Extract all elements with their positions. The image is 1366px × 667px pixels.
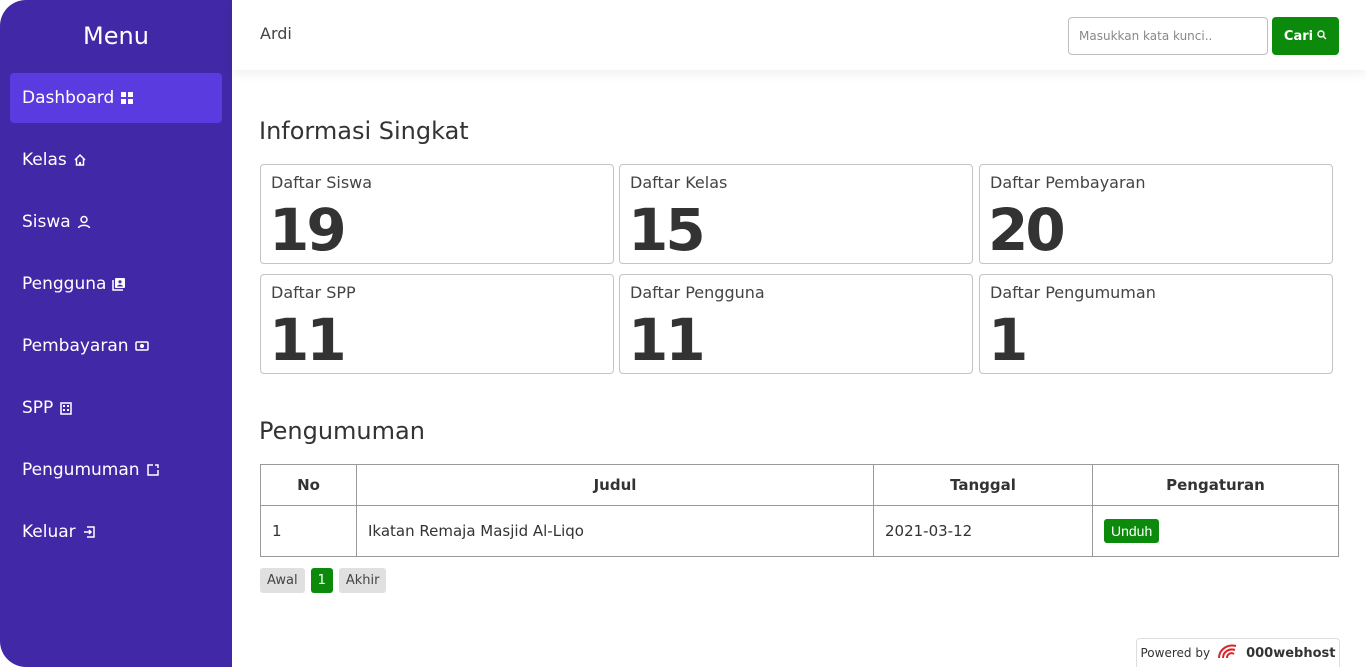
- sidebar-item-label: Kelas: [22, 150, 67, 170]
- stat-card-kelas: Daftar Kelas 15: [619, 164, 973, 264]
- column-header-tanggal: Tanggal: [873, 464, 1093, 506]
- search-button-label: Cari: [1283, 28, 1314, 44]
- stat-card-pengumuman: Daftar Pengumuman 1: [979, 274, 1333, 374]
- pagination-first[interactable]: Awal: [260, 568, 305, 593]
- pagination: Awal 1 Akhir: [260, 568, 387, 593]
- stat-card-label: Daftar Pengguna: [630, 283, 765, 302]
- sidebar-item-label: Keluar: [22, 522, 76, 542]
- stat-card-value: 19: [269, 196, 347, 264]
- top-bar: Ardi Cari: [232, 0, 1366, 70]
- powered-by-badge[interactable]: Powered by 000webhost: [1136, 638, 1340, 667]
- cell-pengaturan: Unduh: [1092, 505, 1339, 557]
- announcements-section-title: Pengumuman: [259, 417, 425, 445]
- stat-card-value: 11: [269, 306, 347, 374]
- home-icon: [73, 153, 87, 167]
- money-icon: [134, 339, 149, 353]
- webhost-logo-icon: [1216, 642, 1240, 665]
- sidebar-item-label: Dashboard: [22, 88, 115, 108]
- column-header-pengaturan: Pengaturan: [1092, 464, 1339, 506]
- building-icon: [59, 401, 73, 415]
- sidebar-item-label: Siswa: [22, 212, 71, 232]
- cell-no: 1: [260, 505, 357, 557]
- contact-card-icon: [112, 277, 126, 291]
- stat-card-siswa: Daftar Siswa 19: [260, 164, 614, 264]
- stat-card-label: Daftar Pembayaran: [990, 173, 1146, 192]
- search-button[interactable]: Cari: [1272, 17, 1339, 55]
- powered-by-text: Powered by: [1140, 646, 1211, 660]
- sidebar-item-label: Pengguna: [22, 274, 107, 294]
- cell-tanggal: 2021-03-12: [873, 505, 1093, 557]
- table-row: 1 Ikatan Remaja Masjid Al-Liqo 2021-03-1…: [260, 505, 1339, 557]
- stat-card-value: 11: [628, 306, 706, 374]
- stat-card-label: Daftar SPP: [271, 283, 356, 302]
- stat-card-label: Daftar Siswa: [271, 173, 373, 192]
- search-input[interactable]: [1068, 17, 1268, 55]
- sidebar-item-keluar[interactable]: Keluar: [10, 507, 222, 557]
- sidebar-item-pembayaran[interactable]: Pembayaran: [10, 321, 222, 371]
- pagination-page-current[interactable]: 1: [310, 568, 333, 593]
- powered-by-brand: 000webhost: [1246, 645, 1336, 661]
- announcements-table: No Judul Tanggal Pengaturan 1 Ikatan Rem…: [260, 464, 1339, 557]
- stat-card-spp: Daftar SPP 11: [260, 274, 614, 374]
- stat-card-value: 20: [988, 196, 1066, 264]
- cell-judul: Ikatan Remaja Masjid Al-Liqo: [356, 505, 874, 557]
- stat-card-label: Daftar Pengumuman: [990, 283, 1156, 302]
- sidebar-item-pengguna[interactable]: Pengguna: [10, 259, 222, 309]
- user-name: Ardi: [260, 24, 292, 43]
- search-icon: [1317, 29, 1327, 44]
- column-header-no: No: [260, 464, 357, 506]
- info-section-title: Informasi Singkat: [259, 117, 469, 145]
- grid-icon: [120, 91, 134, 105]
- sidebar-item-pengumuman[interactable]: Pengumuman: [10, 445, 222, 495]
- external-link-icon: [146, 463, 160, 477]
- sidebar-item-kelas[interactable]: Kelas: [10, 135, 222, 185]
- sidebar-item-label: SPP: [22, 398, 54, 418]
- pagination-last[interactable]: Akhir: [338, 568, 387, 593]
- download-button[interactable]: Unduh: [1104, 519, 1160, 543]
- sidebar-item-label: Pengumuman: [22, 460, 140, 480]
- sidebar-item-dashboard[interactable]: Dashboard: [10, 73, 222, 123]
- stat-card-pengguna: Daftar Pengguna 11: [619, 274, 973, 374]
- column-header-judul: Judul: [356, 464, 874, 506]
- stat-card-value: 1: [988, 306, 1028, 374]
- logout-icon: [82, 525, 96, 539]
- sidebar-item-siswa[interactable]: Siswa: [10, 197, 222, 247]
- stat-card-value: 15: [628, 196, 706, 264]
- table-header-row: No Judul Tanggal Pengaturan: [260, 464, 1339, 506]
- stat-card-label: Daftar Kelas: [630, 173, 728, 192]
- sidebar-item-label: Pembayaran: [22, 336, 129, 356]
- sidebar-title: Menu: [83, 22, 149, 50]
- stat-card-pembayaran: Daftar Pembayaran 20: [979, 164, 1333, 264]
- sidebar-item-spp[interactable]: SPP: [10, 383, 222, 433]
- user-icon: [77, 215, 91, 229]
- sidebar: Menu Dashboard Kelas Siswa Pengguna Pemb…: [0, 0, 232, 667]
